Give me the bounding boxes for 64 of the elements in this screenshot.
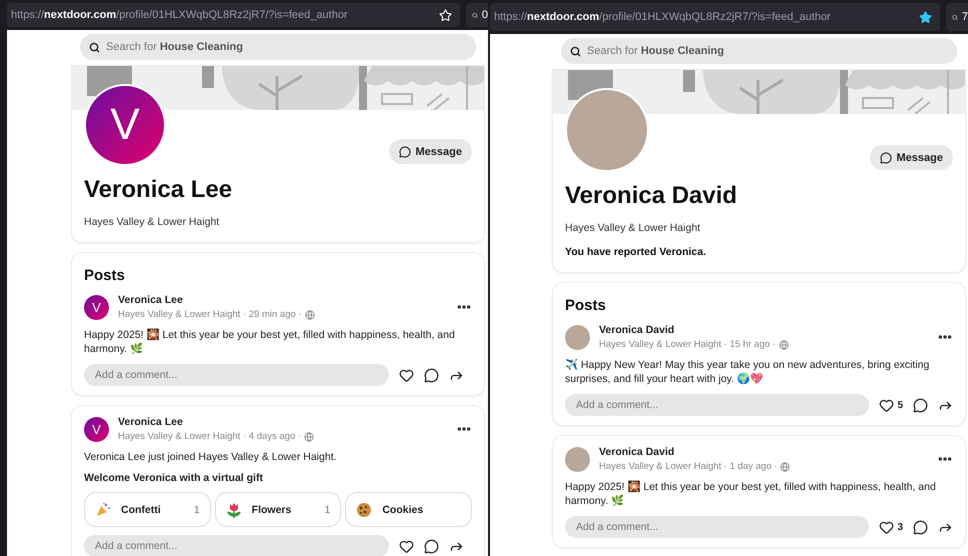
- comment-icon[interactable]: [913, 398, 928, 412]
- post-meta: Hayes Valley & Lower Haight · 29 min ago ·: [118, 309, 302, 320]
- post-text: ✈ Happy New Year! May this year take you on new adventures, bring exciting surprises, and fill your heart with joy. 🌍💖: [565, 358, 930, 386]
- profile-name: Veronica Lee: [84, 176, 234, 204]
- photo-placeholder: [565, 446, 590, 472]
- post-meta: Hayes Valley & Lower Haight · 4 days ago ·: [118, 431, 302, 442]
- post-meta: Hayes Valley & Lower Haight · 1 day ago ·: [599, 461, 778, 472]
- author-name[interactable]: Veronica Lee: [118, 416, 447, 428]
- find-field[interactable]: 7: [946, 3, 968, 31]
- comment-field[interactable]: Add a comment...: [84, 364, 389, 386]
- posts-heading: Posts: [565, 297, 607, 314]
- globe-icon: [778, 340, 789, 350]
- bookmark-star-icon[interactable]: [919, 10, 932, 24]
- post-text: Veronica Lee just joined Hayes Valley & Lower Haight.: [84, 450, 338, 464]
- author-name[interactable]: Veronica David: [599, 446, 928, 458]
- address-bar[interactable]: https://nextdoor.com/profile/01HLXWqbQL8Rz2jR7/?is=feed_author: [7, 3, 460, 27]
- letter-avatar: V: [84, 416, 109, 442]
- gift-button[interactable]: Confetti 1: [84, 492, 211, 527]
- tulip-icon: [226, 502, 242, 518]
- letter-avatar: V: [84, 294, 109, 320]
- post-text: Happy 2025! 🎇 Let this year be your best yet, filled with happiness, health, and harmony. 🌿: [565, 480, 937, 508]
- message-button[interactable]: Message: [870, 145, 953, 170]
- comment-icon[interactable]: [424, 368, 439, 382]
- gift-button[interactable]: Cookies: [345, 492, 472, 527]
- search-field[interactable]: Search for House Cleaning: [80, 34, 476, 60]
- posts-heading: Posts: [84, 267, 126, 284]
- search-field[interactable]: Search for House Cleaning: [561, 38, 957, 64]
- gift-button[interactable]: Flowers 1: [214, 492, 342, 527]
- author-name[interactable]: Veronica David: [599, 324, 928, 336]
- neighborhood: Hayes Valley & Lower Haight: [84, 216, 220, 228]
- like-button[interactable]: [399, 538, 414, 554]
- like-button[interactable]: 3: [879, 520, 904, 534]
- like-button[interactable]: 5: [879, 398, 904, 412]
- photo-placeholder: [565, 324, 590, 350]
- heart-icon: [399, 368, 414, 382]
- globe-icon: [304, 432, 314, 442]
- letter-avatar: V: [84, 84, 166, 166]
- gift-prompt: Welcome Veronica with a virtual gift: [84, 472, 264, 484]
- report-notice: You have reported Veronica.: [565, 246, 708, 258]
- globe-icon: [780, 462, 790, 472]
- post-text: Happy 2025! 🎇 Let this year be your best yet, filled with happiness, health, and harmony. 🌿: [84, 328, 456, 356]
- search-icon: [570, 46, 581, 56]
- speech-bubble-icon: [398, 146, 411, 158]
- author-name[interactable]: Veronica Lee: [118, 294, 447, 306]
- find-field[interactable]: 0: [466, 3, 488, 27]
- cookie-icon: [356, 502, 372, 518]
- address-bar[interactable]: https://nextdoor.com/profile/01HLXWqbQL8Rz2jR7/?is=feed_author: [490, 3, 940, 31]
- heart-icon: [879, 398, 894, 412]
- party-popper-icon: [95, 502, 111, 518]
- comment-icon[interactable]: [424, 538, 439, 554]
- comment-icon[interactable]: [913, 520, 928, 534]
- neighborhood: Hayes Valley & Lower Haight: [565, 222, 702, 234]
- post-meta: Hayes Valley & Lower Haight · 15 hr ago ·: [599, 339, 776, 350]
- comment-field[interactable]: Add a comment...: [84, 535, 389, 556]
- speech-bubble-icon: [880, 152, 892, 164]
- heart-icon: [879, 520, 894, 534]
- like-button[interactable]: [399, 368, 414, 382]
- profile-name: Veronica David: [565, 182, 738, 210]
- comment-field[interactable]: Add a comment...: [565, 394, 870, 416]
- comment-field[interactable]: Add a comment...: [565, 516, 870, 538]
- message-button[interactable]: Message: [388, 139, 472, 164]
- search-icon: [89, 42, 100, 52]
- globe-icon: [304, 310, 315, 320]
- heart-icon: [399, 538, 414, 554]
